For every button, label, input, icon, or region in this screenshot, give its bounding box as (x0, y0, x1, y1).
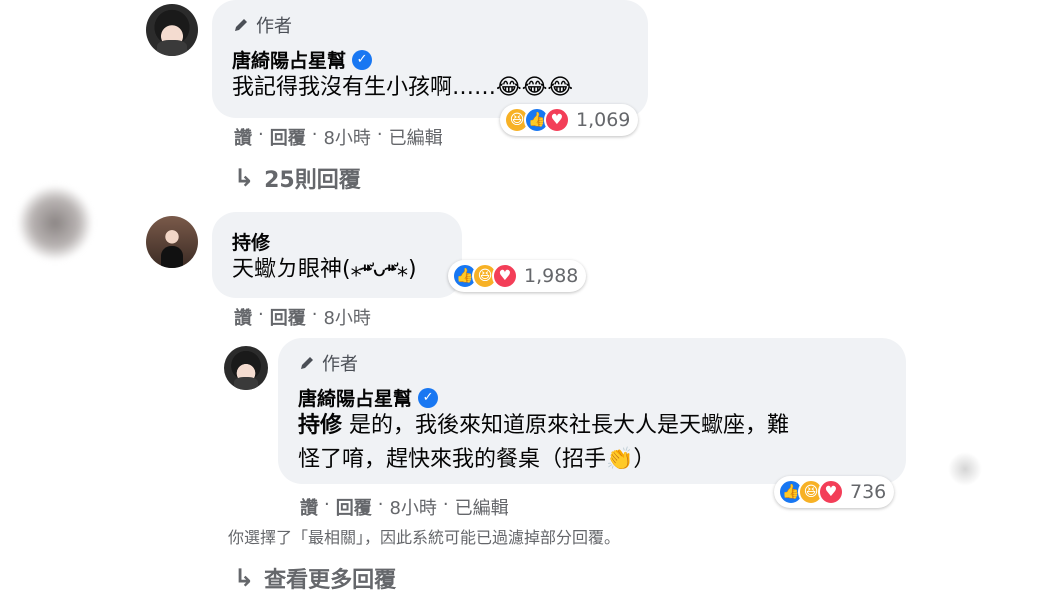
author-label: 作者 (322, 354, 358, 375)
timestamp[interactable]: 8小時 (323, 304, 370, 330)
verified-icon: ✓ (352, 49, 373, 70)
comment-text-line-1: 持修 是的，我後來知道原來社長大人是天蠍座，難 (298, 410, 789, 442)
comment-text-line-2: 怪了唷，趕快來我的餐桌（招手👏） (298, 444, 655, 476)
like-button[interactable]: 讚 (300, 494, 318, 520)
timestamp[interactable]: 8小時 (323, 124, 370, 150)
reply-button[interactable]: 回覆 (270, 124, 306, 150)
avatar[interactable] (146, 216, 198, 268)
reaction-summary[interactable]: 👍 😆 ♥ 736 (774, 476, 895, 508)
love-reaction-icon: ♥ (818, 479, 844, 505)
edited-label[interactable]: 已編輯 (455, 494, 509, 520)
avatar[interactable] (224, 346, 268, 390)
comment-actions: 讚 · 回覆 · 8小時 (234, 304, 371, 330)
author-tag: 作者 (232, 12, 292, 38)
comment-text-content: 我記得我沒有生小孩啊…… (232, 75, 497, 100)
comment-author[interactable]: 持修 (232, 228, 270, 255)
reaction-count: 736 (850, 481, 887, 503)
blurred-dot (948, 452, 982, 486)
reply-button[interactable]: 回覆 (336, 494, 372, 520)
edited-label[interactable]: 已編輯 (389, 124, 443, 150)
comment-text-end: ） (633, 447, 656, 472)
comment-text: 我記得我沒有生小孩啊……😂😂😂 (232, 72, 573, 104)
comment-text: 天蠍ㄉ眼神(⁎⁍̴̛ᴗ⁍̴̛⁎) (232, 257, 417, 282)
pen-icon (301, 357, 313, 369)
pen-icon (235, 19, 247, 31)
like-button[interactable]: 讚 (234, 124, 252, 150)
author-tag: 作者 (298, 350, 358, 376)
filter-notice: 你選擇了「最相關」，因此系統可能已過濾掉部分回覆。 (228, 528, 621, 547)
reaction-summary[interactable]: 😆 👍 ♥ 1,069 (500, 104, 639, 136)
author-name[interactable]: 唐綺陽占星幫 (298, 384, 412, 411)
verified-icon: ✓ (418, 387, 439, 408)
author-name[interactable]: 持修 (232, 228, 270, 255)
reply-button[interactable]: 回覆 (270, 304, 306, 330)
reaction-count: 1,988 (524, 265, 579, 287)
author-name[interactable]: 唐綺陽占星幫 (232, 46, 346, 73)
reaction-summary[interactable]: 👍 😆 ♥ 1,988 (448, 260, 587, 292)
comment-text-content: 怪了唷，趕快來我的餐桌（招手 (298, 447, 607, 472)
reply-arrow-icon: ↳ (234, 564, 255, 592)
comment-author[interactable]: 唐綺陽占星幫 ✓ (232, 46, 373, 73)
clapping-hands-icon: 👏 (606, 447, 634, 472)
like-button[interactable]: 讚 (234, 304, 252, 330)
reply-arrow-icon: ↳ (234, 164, 255, 192)
avatar[interactable] (146, 4, 198, 56)
view-replies-label[interactable]: 25則回覆 (264, 162, 361, 194)
laughing-emoji-icon: 😂😂😂 (496, 75, 574, 100)
reaction-count: 1,069 (576, 109, 631, 131)
view-more-label[interactable]: 查看更多回覆 (264, 562, 396, 594)
blurred-avatar (18, 186, 92, 260)
comment-actions: 讚 · 回覆 · 8小時 · 已編輯 (300, 494, 509, 520)
comment-text-content: 是的，我後來知道原來社長大人是天蠍座，難 (342, 413, 790, 438)
comment-actions: 讚 · 回覆 · 8小時 · 已編輯 (234, 124, 443, 150)
love-reaction-icon: ♥ (492, 263, 518, 289)
comment-author[interactable]: 唐綺陽占星幫 ✓ (298, 384, 439, 411)
mention-link[interactable]: 持修 (298, 413, 342, 438)
timestamp[interactable]: 8小時 (389, 494, 436, 520)
view-more-replies-link[interactable]: ↳ 查看更多回覆 (234, 562, 396, 594)
love-reaction-icon: ♥ (544, 107, 570, 133)
author-label: 作者 (256, 16, 292, 37)
view-replies-link[interactable]: ↳ 25則回覆 (234, 162, 361, 194)
